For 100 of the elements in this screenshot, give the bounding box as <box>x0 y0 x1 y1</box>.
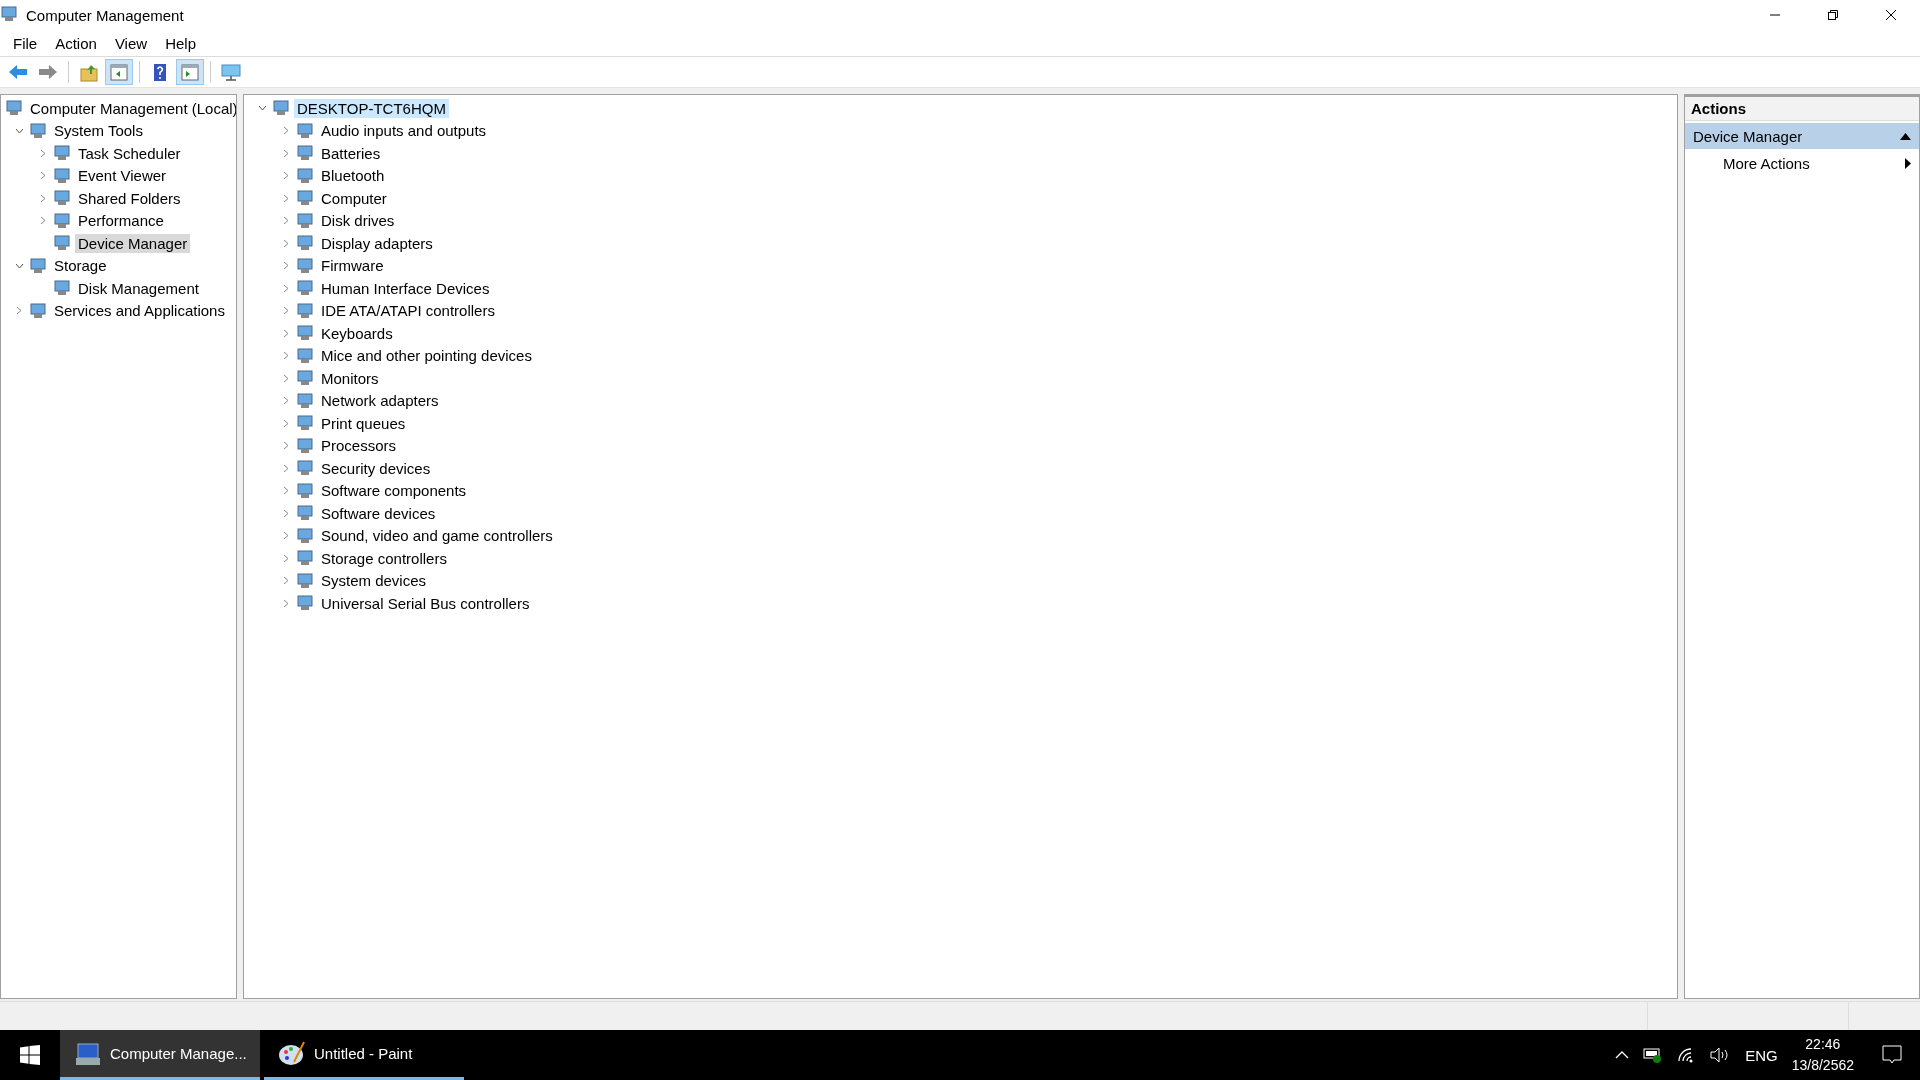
tree-item[interactable]: Task Scheduler <box>75 143 184 163</box>
expand-chevron-icon[interactable] <box>40 148 46 158</box>
menu-item[interactable]: File <box>4 34 47 52</box>
tree-item[interactable]: Bluetooth <box>318 166 388 186</box>
speech-bubble-icon <box>1882 1045 1902 1065</box>
tree-item[interactable]: Processors <box>318 436 400 456</box>
tree-item[interactable]: Software devices <box>318 503 439 523</box>
tree-item[interactable]: Software components <box>318 481 470 501</box>
expand-chevron-icon[interactable] <box>283 463 289 473</box>
expand-chevron-icon[interactable] <box>283 261 289 271</box>
device-icon <box>296 571 314 590</box>
device-icon <box>296 189 314 208</box>
windows-logo-icon <box>20 1045 40 1065</box>
device-icon <box>53 144 71 163</box>
language-indicator[interactable]: ENG <box>1745 1046 1778 1064</box>
expand-chevron-icon[interactable] <box>283 531 289 541</box>
tree-item[interactable]: Human Interface Devices <box>318 278 493 298</box>
tree-item[interactable]: Keyboards <box>318 323 396 343</box>
device-icon <box>296 144 314 163</box>
tree-item[interactable]: Audio inputs and outputs <box>318 121 490 141</box>
device-icon <box>5 99 23 118</box>
tree-item[interactable]: System Tools <box>51 121 146 141</box>
device-icon <box>53 279 71 298</box>
expand-chevron-icon[interactable] <box>283 126 289 136</box>
tree-item[interactable]: Storage controllers <box>318 548 450 568</box>
tree-item[interactable]: Computer Management (Local) <box>27 98 236 118</box>
expand-chevron-icon[interactable] <box>283 306 289 316</box>
device-icon <box>296 369 314 388</box>
tree-item[interactable]: Sound, video and game controllers <box>318 526 556 546</box>
tree-item[interactable]: Shared Folders <box>75 188 184 208</box>
device-icon <box>296 121 314 140</box>
expand-chevron-icon[interactable] <box>283 441 289 451</box>
device-icon <box>296 526 314 545</box>
tree-item[interactable]: Mice and other pointing devices <box>318 346 535 366</box>
expand-chevron-icon[interactable] <box>283 373 289 383</box>
tree-item[interactable]: Services and Applications <box>51 301 228 321</box>
expand-chevron-icon[interactable] <box>283 283 289 293</box>
menu-item[interactable]: View <box>105 34 157 52</box>
device-icon <box>53 211 71 230</box>
expand-chevron-icon[interactable] <box>16 306 22 316</box>
collapse-chevron-icon[interactable] <box>257 105 267 112</box>
tree-item[interactable]: Performance <box>75 211 167 231</box>
expand-chevron-icon[interactable] <box>283 328 289 338</box>
tree-item[interactable]: Display adapters <box>318 233 436 253</box>
expand-chevron-icon[interactable] <box>283 553 289 563</box>
tree-item[interactable]: Security devices <box>318 458 434 478</box>
device-icon <box>53 166 71 185</box>
section-title: Device Manager <box>1693 127 1803 145</box>
collapse-chevron-icon[interactable] <box>14 262 24 269</box>
expand-chevron-icon[interactable] <box>283 351 289 361</box>
tree-item[interactable]: Universal Serial Bus controllers <box>318 593 533 613</box>
tree-item[interactable]: Storage <box>51 256 110 276</box>
monitor-icon <box>220 62 242 82</box>
expand-chevron-icon[interactable] <box>40 193 46 203</box>
menu-item[interactable]: Help <box>156 34 205 52</box>
forward-arrow-icon <box>37 62 59 82</box>
tree-item[interactable]: Event Viewer <box>75 166 170 186</box>
battery-icon[interactable] <box>1643 1047 1664 1063</box>
expand-chevron-icon[interactable] <box>283 396 289 406</box>
actions-section[interactable]: Device Manager <box>1685 123 1919 149</box>
expand-chevron-icon[interactable] <box>283 508 289 518</box>
tree-item[interactable]: Disk drives <box>318 211 398 231</box>
expand-chevron-icon[interactable] <box>283 193 289 203</box>
chevron-up-icon[interactable] <box>1615 1051 1630 1059</box>
expand-chevron-icon[interactable] <box>283 238 289 248</box>
collapse-triangle-icon[interactable] <box>1900 132 1911 140</box>
expand-chevron-icon[interactable] <box>283 486 289 496</box>
tree-item[interactable]: System devices <box>318 571 430 591</box>
clock-date: 13/8/2562 <box>1791 1056 1854 1075</box>
tree-item[interactable]: Device Manager <box>75 233 191 253</box>
tree-item[interactable]: Network adapters <box>318 391 442 411</box>
expand-chevron-icon[interactable] <box>40 216 46 226</box>
device-icon <box>296 391 314 410</box>
taskbar-app[interactable]: Computer Manage... <box>60 1030 260 1080</box>
device-icon <box>29 256 47 275</box>
expand-chevron-icon[interactable] <box>283 216 289 226</box>
clock[interactable]: 22:46 13/8/2562 <box>1791 1034 1854 1076</box>
expand-chevron-icon[interactable] <box>40 171 46 181</box>
tree-item[interactable]: Print queues <box>318 413 409 433</box>
expand-chevron-icon[interactable] <box>283 576 289 586</box>
device-icon <box>296 504 314 523</box>
expand-chevron-icon[interactable] <box>283 418 289 428</box>
taskbar-app[interactable]: Untitled - Paint <box>264 1030 464 1080</box>
collapse-chevron-icon[interactable] <box>14 127 24 134</box>
tree-item[interactable]: Batteries <box>318 143 384 163</box>
tree-item[interactable]: IDE ATA/ATAPI controllers <box>318 301 498 321</box>
menu-item[interactable]: Action <box>46 34 106 52</box>
action-item[interactable]: More Actions <box>1685 151 1919 175</box>
device-icon <box>296 549 314 568</box>
expand-chevron-icon[interactable] <box>283 148 289 158</box>
tree-item[interactable]: Computer <box>318 188 390 208</box>
tree-item[interactable]: Disk Management <box>75 278 202 298</box>
tree-item[interactable]: Monitors <box>318 368 382 388</box>
expand-chevron-icon[interactable] <box>283 171 289 181</box>
expand-chevron-icon[interactable] <box>283 598 289 608</box>
action-label: More Actions <box>1723 154 1810 172</box>
device-icon <box>53 234 71 253</box>
tree-item[interactable]: DESKTOP-TCT6HQM <box>294 98 449 118</box>
device-icon <box>29 121 47 140</box>
tree-item[interactable]: Firmware <box>318 256 387 276</box>
